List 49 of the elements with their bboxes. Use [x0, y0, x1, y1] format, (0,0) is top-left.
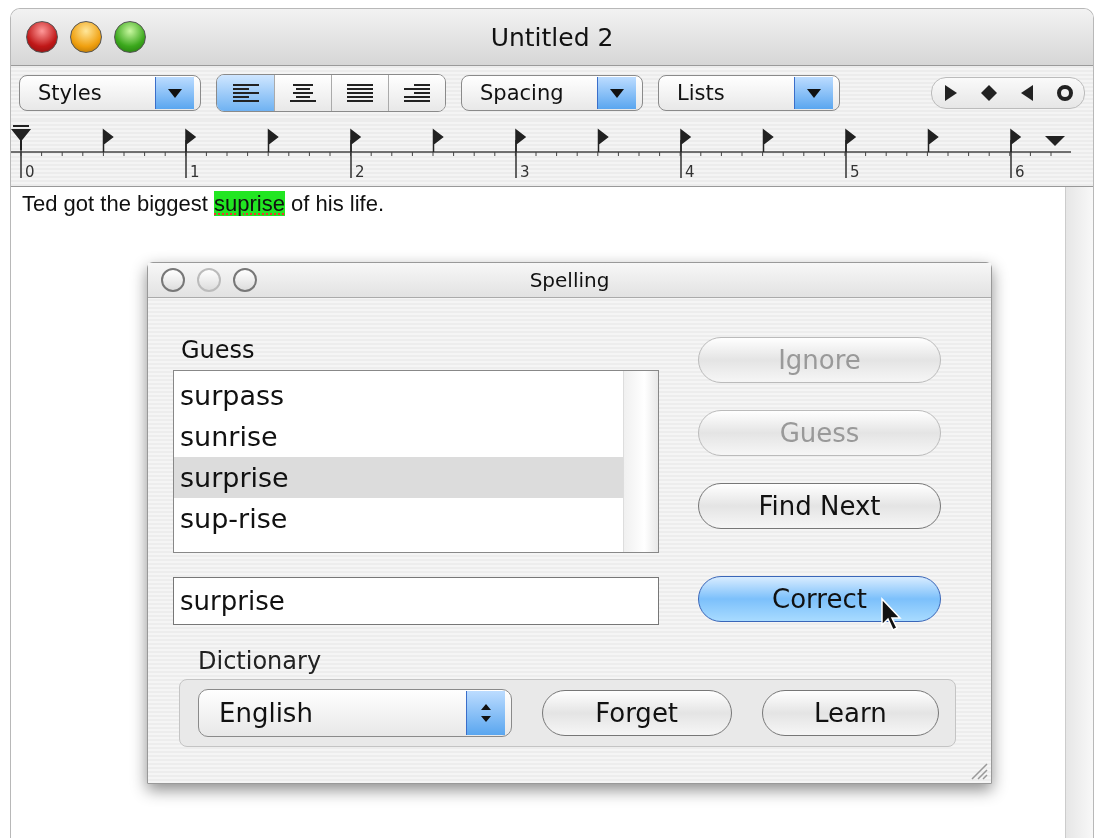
align-justify-button[interactable] [331, 75, 388, 111]
spelling-button[interactable]: Find Next [698, 483, 941, 529]
ruler-number: 4 [685, 163, 695, 181]
ruler-number: 0 [25, 163, 35, 181]
align-left-icon [232, 84, 259, 102]
ruler-number: 6 [1015, 163, 1025, 181]
right-indent-marker[interactable] [1045, 136, 1065, 146]
align-right-icon [404, 84, 430, 102]
dropdown-arrow-icon [610, 88, 624, 98]
ruler-number: 5 [850, 163, 860, 181]
align-center-icon [290, 84, 316, 102]
guess-item[interactable]: surprise [174, 457, 623, 498]
window-title: Untitled 2 [490, 22, 614, 52]
spelling-button[interactable]: Correct [698, 576, 941, 622]
language-popup[interactable]: English [198, 689, 512, 737]
pointer-icon [880, 597, 904, 633]
tab-stops-drawing[interactable] [102, 129, 1022, 153]
zoom-button[interactable] [233, 268, 257, 292]
align-justify-icon [347, 84, 373, 102]
align-center-button[interactable] [274, 75, 331, 111]
spacing-popup[interactable]: Spacing [461, 75, 643, 111]
align-right-button[interactable] [388, 75, 445, 111]
scroll-track[interactable] [1065, 187, 1093, 838]
document-text: Ted got the biggest suprise of his life. [22, 191, 384, 217]
ruler-number: 3 [520, 163, 530, 181]
dictionary-label: Dictionary [197, 646, 323, 675]
lists-popup[interactable]: Lists [658, 75, 840, 111]
dictionary-button[interactable]: Forget [541, 690, 732, 736]
dropdown-arrow-icon [168, 88, 182, 98]
minimize-button[interactable] [70, 21, 102, 53]
ruler-number: 1 [190, 163, 200, 181]
stepper-arrows-icon [480, 703, 491, 723]
alignment-control[interactable] [216, 74, 446, 112]
align-left-button[interactable] [217, 75, 274, 111]
dropdown-arrow-icon [807, 88, 821, 98]
scroll-track[interactable] [623, 371, 658, 552]
guess-item[interactable]: sup-rise [174, 498, 623, 539]
panel-title: Spelling [529, 268, 610, 292]
styles-popup[interactable]: Styles [19, 75, 201, 111]
zoom-button[interactable] [114, 21, 146, 53]
guess-item[interactable]: sunrise [174, 416, 623, 457]
close-button[interactable] [26, 21, 58, 53]
dictionary-button[interactable]: Learn [761, 690, 939, 736]
guess-item[interactable]: surpass [174, 375, 623, 416]
word-field[interactable]: surprise [173, 577, 659, 625]
ruler-number: 2 [355, 163, 365, 181]
guess-label: Guess [180, 336, 256, 364]
left-indent-marker[interactable] [12, 125, 32, 151]
close-button[interactable] [161, 268, 185, 292]
